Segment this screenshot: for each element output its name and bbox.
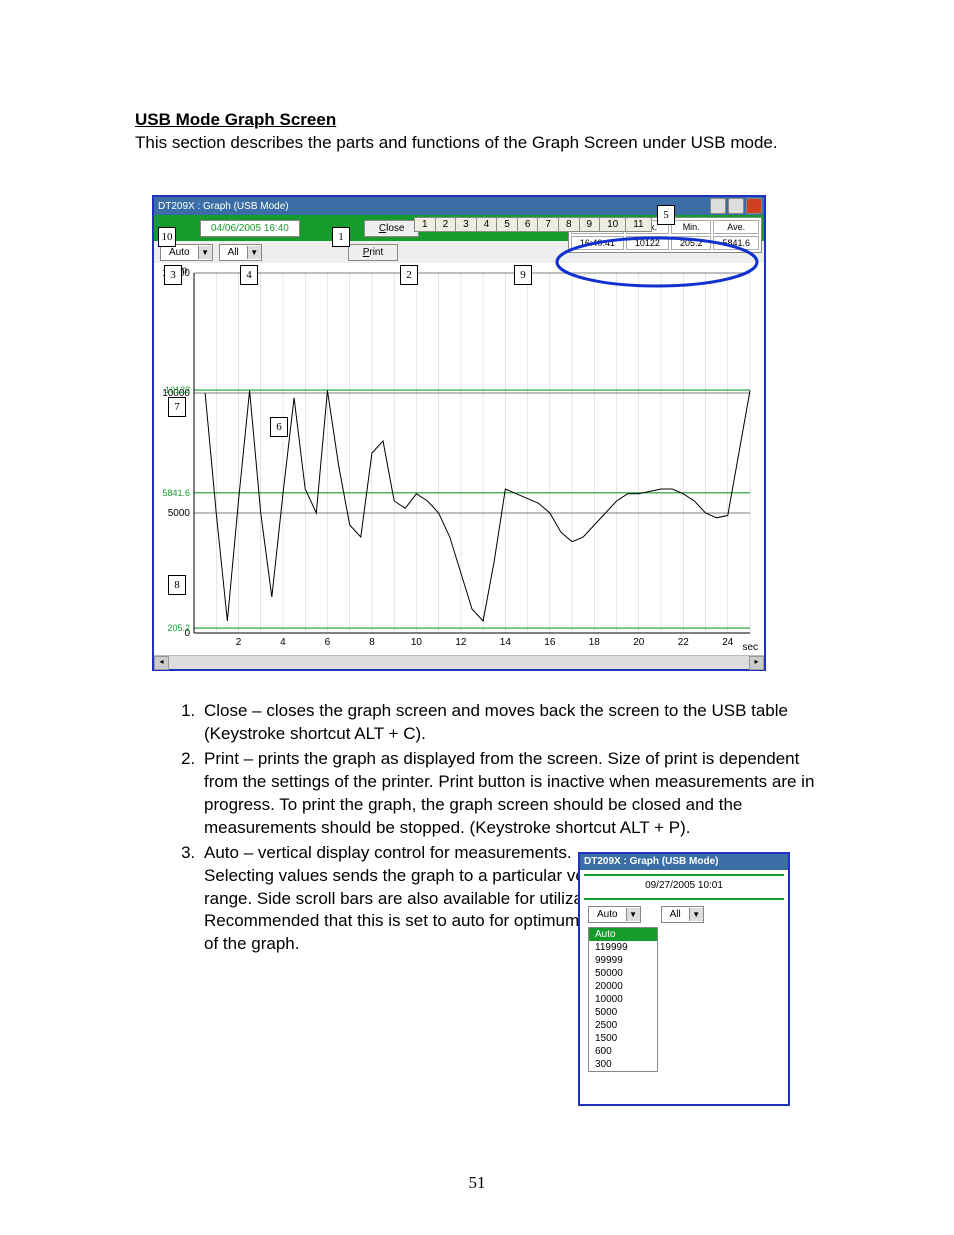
callout-1: 1 — [332, 227, 350, 247]
all-dropdown[interactable]: All ▼ — [661, 906, 704, 923]
chevron-down-icon: ▼ — [689, 908, 703, 921]
list-item[interactable]: 20000 — [589, 980, 657, 993]
stats-time: 16:40:41 — [571, 236, 624, 250]
list-item[interactable]: Auto — [589, 928, 657, 941]
maximize-icon[interactable] — [728, 198, 744, 214]
svg-text:5841.6: 5841.6 — [162, 488, 190, 498]
minimize-icon[interactable] — [710, 198, 726, 214]
datetime-display: 09/27/2005 10:01 — [584, 874, 784, 900]
close-icon[interactable] — [746, 198, 762, 214]
svg-text:14: 14 — [500, 637, 512, 648]
tab[interactable]: 3 — [455, 217, 476, 232]
window-title: DT209X : Graph (USB Mode) — [580, 854, 788, 870]
all-dropdown[interactable]: All ▼ — [219, 244, 262, 261]
close-button[interactable]: Close — [364, 220, 420, 237]
svg-text:20: 20 — [633, 637, 645, 648]
callout-3: 3 — [164, 265, 182, 285]
svg-text:16: 16 — [544, 637, 556, 648]
svg-text:4: 4 — [280, 637, 286, 648]
horizontal-scrollbar[interactable]: ◂ ▸ — [154, 655, 764, 669]
graph-window: DT209X : Graph (USB Mode) 04/06/2005 16:… — [152, 195, 766, 671]
svg-text:10122: 10122 — [165, 385, 190, 395]
chart-svg: 2468101214161820222405000100001500010122… — [154, 263, 760, 653]
list-item[interactable]: 50000 — [589, 967, 657, 980]
chevron-down-icon: ▼ — [247, 246, 261, 259]
stats-min: 205.2 — [671, 236, 712, 250]
tab[interactable]: 10 — [599, 217, 625, 232]
tab[interactable]: 11 — [625, 217, 651, 232]
list-item: Print – prints the graph as displayed fr… — [200, 748, 815, 840]
list-item[interactable]: 99999 — [589, 954, 657, 967]
svg-text:2: 2 — [236, 637, 242, 648]
callout-8: 8 — [168, 575, 186, 595]
callout-2: 2 — [400, 265, 418, 285]
list-item[interactable]: 5000 — [589, 1006, 657, 1019]
svg-text:24: 24 — [722, 637, 734, 648]
chevron-down-icon: ▼ — [198, 246, 212, 259]
scroll-left-icon[interactable]: ◂ — [154, 656, 169, 670]
svg-text:18: 18 — [589, 637, 601, 648]
list-item[interactable]: 600 — [589, 1045, 657, 1058]
tab[interactable]: 6 — [517, 217, 538, 232]
tab[interactable]: 2 — [435, 217, 456, 232]
tab[interactable]: 7 — [537, 217, 558, 232]
datetime-display: 04/06/2005 16:40 — [200, 220, 300, 237]
callout-7: 7 — [168, 397, 186, 417]
print-button[interactable]: Print — [348, 244, 399, 261]
window-title: DT209X : Graph (USB Mode) — [158, 201, 289, 212]
chevron-down-icon: ▼ — [626, 908, 640, 921]
stats-min-header: Min. — [671, 220, 712, 234]
list-item[interactable]: 1500 — [589, 1032, 657, 1045]
svg-text:8: 8 — [369, 637, 375, 648]
callout-6: 6 — [270, 417, 288, 437]
list-item: Auto – vertical display control for meas… — [200, 842, 624, 957]
intro-text: This section describes the parts and fun… — [135, 132, 825, 155]
callout-9: 9 — [514, 265, 532, 285]
svg-text:205.2: 205.2 — [167, 623, 190, 633]
svg-text:5000: 5000 — [168, 508, 191, 519]
list-item[interactable]: 300 — [589, 1058, 657, 1071]
svg-text:12: 12 — [455, 637, 467, 648]
svg-text:10: 10 — [411, 637, 423, 648]
callout-5: 5 — [657, 205, 675, 225]
tab[interactable]: 1 — [414, 217, 435, 232]
page-number: 51 — [0, 1173, 954, 1193]
tab[interactable]: 8 — [558, 217, 579, 232]
auto-options-list[interactable]: Auto 119999 99999 50000 20000 10000 5000… — [588, 927, 658, 1072]
svg-text:6: 6 — [325, 637, 331, 648]
stats-ave-header: Ave. — [713, 220, 759, 234]
chart-area: 2468101214161820222405000100001500010122… — [154, 263, 764, 655]
stats-max: 10122 — [626, 236, 669, 250]
scroll-right-icon[interactable]: ▸ — [749, 656, 764, 670]
tab[interactable]: 9 — [579, 217, 600, 232]
list-item[interactable]: 119999 — [589, 941, 657, 954]
tab-strip: 1 2 3 4 5 6 7 8 9 10 11 — [414, 217, 652, 232]
tab[interactable]: 4 — [476, 217, 497, 232]
stats-ave: 5841.6 — [713, 236, 759, 250]
list-item: Close – closes the graph screen and move… — [200, 700, 815, 746]
callout-4: 4 — [240, 265, 258, 285]
x-axis-unit: sec — [742, 642, 758, 653]
auto-dropdown[interactable]: Auto ▼ — [588, 906, 641, 923]
section-heading: USB Mode Graph Screen — [135, 110, 825, 130]
callout-10: 10 — [158, 227, 176, 247]
list-item[interactable]: 10000 — [589, 993, 657, 1006]
tab[interactable]: 5 — [496, 217, 517, 232]
dropdown-example-window: DT209X : Graph (USB Mode) 09/27/2005 10:… — [578, 852, 790, 1106]
svg-text:22: 22 — [678, 637, 690, 648]
list-item[interactable]: 2500 — [589, 1019, 657, 1032]
